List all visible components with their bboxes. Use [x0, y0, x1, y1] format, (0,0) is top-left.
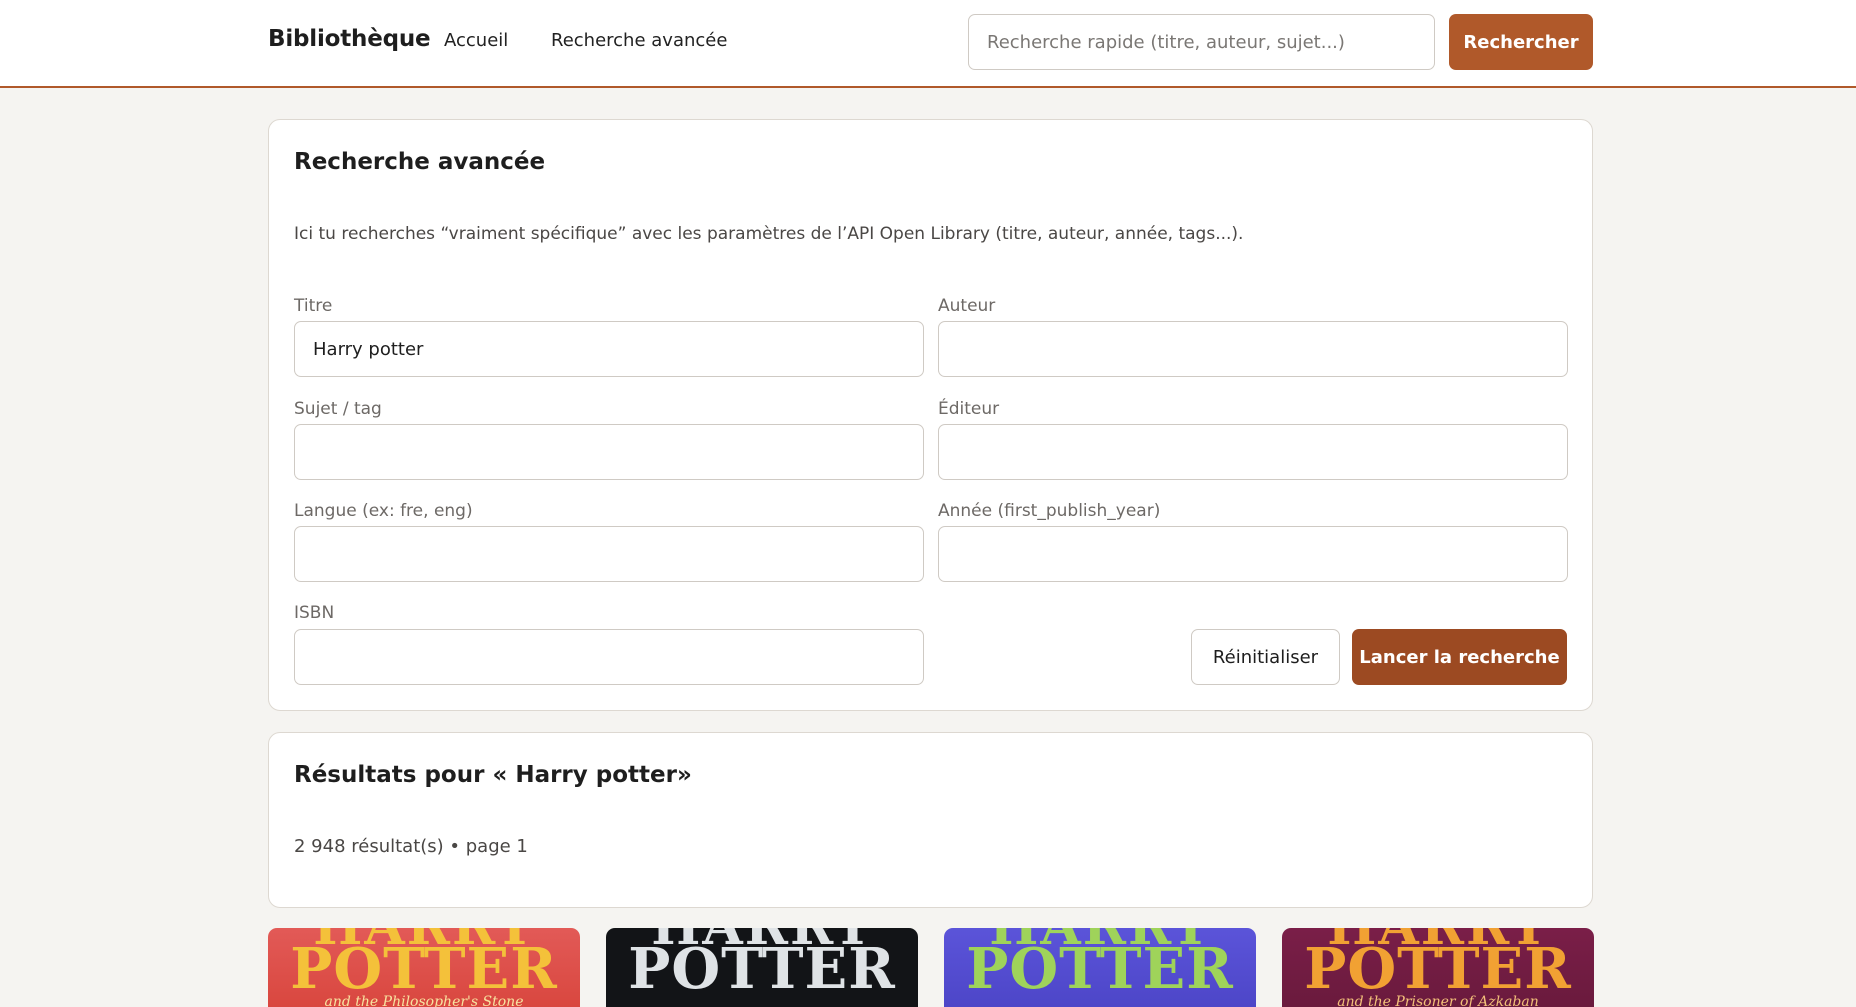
- language-label: Langue (ex: fre, eng): [294, 501, 473, 521]
- year-label: Année (first_publish_year): [938, 501, 1161, 521]
- year-field[interactable]: [938, 526, 1568, 582]
- author-field[interactable]: [938, 321, 1568, 377]
- title-label: Titre: [294, 296, 333, 316]
- top-navbar: Bibliothèque Accueil Recherche avancée R…: [0, 0, 1856, 88]
- title-field[interactable]: [294, 321, 924, 377]
- isbn-field[interactable]: [294, 629, 924, 685]
- subject-field[interactable]: [294, 424, 924, 480]
- cover-main-text: POTTER: [628, 936, 896, 1002]
- advanced-search-card: Recherche avancée Ici tu recherches “vra…: [268, 119, 1593, 711]
- author-label: Auteur: [938, 296, 996, 316]
- cover-main-text: POTTER: [966, 936, 1234, 1002]
- brand-logo[interactable]: Bibliothèque: [268, 26, 431, 52]
- advanced-search-title: Recherche avancée: [294, 149, 546, 175]
- cover-main-text: POTTER: [1304, 936, 1572, 1002]
- launch-search-button[interactable]: Lancer la recherche: [1352, 629, 1567, 685]
- results-card: Résultats pour « Harry potter» 2 948 rés…: [268, 732, 1593, 908]
- publisher-field[interactable]: [938, 424, 1568, 480]
- results-count: 2 948 résultat(s) • page 1: [294, 836, 528, 857]
- reset-button[interactable]: Réinitialiser: [1191, 629, 1340, 685]
- book-cover-1[interactable]: HARRY POTTER and the Philosopher's Stone: [268, 928, 580, 1007]
- quick-search-button[interactable]: Rechercher: [1449, 14, 1593, 70]
- book-cover-4[interactable]: HARRY POTTER and the Prisoner of Azkaban: [1282, 928, 1594, 1007]
- cover-subtitle: and the Prisoner of Azkaban: [1337, 994, 1539, 1007]
- advanced-search-description: Ici tu recherches “vraiment spécifique” …: [294, 224, 1244, 244]
- nav-link-advanced-search[interactable]: Recherche avancée: [551, 30, 727, 51]
- language-field[interactable]: [294, 526, 924, 582]
- publisher-label: Éditeur: [938, 399, 1000, 419]
- nav-link-home[interactable]: Accueil: [444, 30, 508, 51]
- results-title: Résultats pour « Harry potter»: [294, 762, 692, 788]
- cover-main-text: POTTER: [290, 936, 558, 1002]
- subject-label: Sujet / tag: [294, 399, 382, 419]
- isbn-label: ISBN: [294, 603, 335, 623]
- quick-search-input[interactable]: [968, 14, 1435, 70]
- cover-subtitle: and the Philosopher's Stone: [324, 994, 524, 1007]
- book-cover-3[interactable]: HARRY POTTER: [944, 928, 1256, 1007]
- book-cover-2[interactable]: HARRY POTTER: [606, 928, 918, 1007]
